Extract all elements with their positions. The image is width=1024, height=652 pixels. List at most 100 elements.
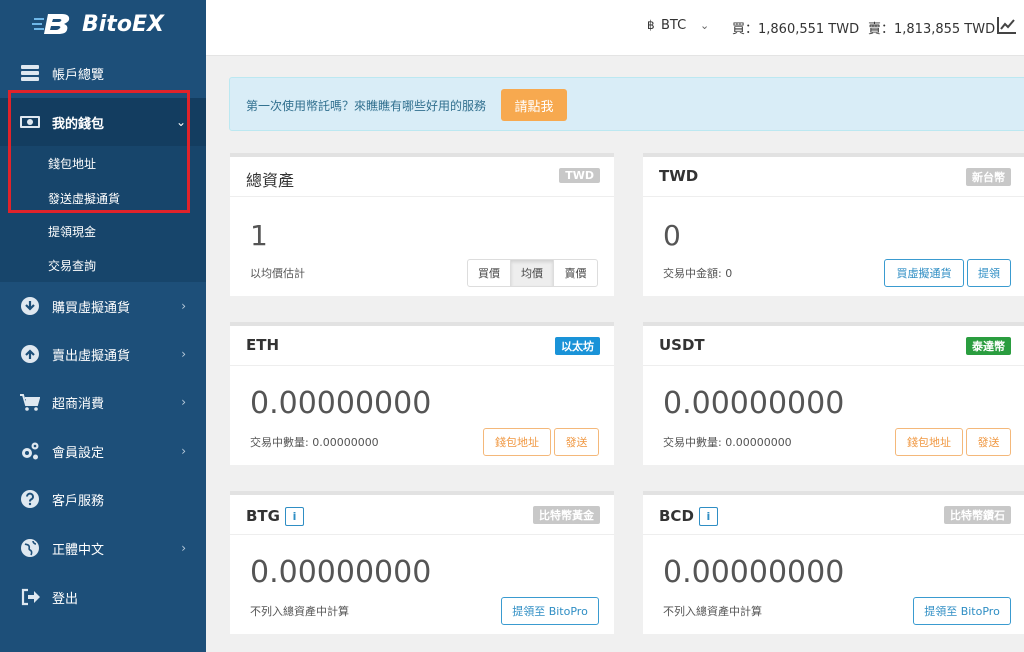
- btg-balance: 0.00000000: [250, 555, 432, 590]
- info-icon[interactable]: i: [284, 507, 304, 526]
- toggle-sell-price[interactable]: 賣價: [554, 260, 597, 286]
- total-value: 1: [250, 219, 268, 252]
- cart-icon: [19, 391, 41, 413]
- info-icon[interactable]: i: [698, 507, 718, 526]
- card-header: USDT 泰達幣: [643, 326, 1024, 366]
- currency-badge: TWD: [559, 168, 600, 183]
- welcome-banner: 第一次使用幣託嗎？來瞧瞧有哪些好用的服務 請點我: [229, 77, 1024, 131]
- excluded-note: 不列入總資產中計算: [663, 605, 762, 618]
- excluded-note: 不列入總資產中計算: [250, 605, 349, 618]
- card-title: BTG i: [246, 507, 304, 526]
- globe-icon: [19, 537, 41, 559]
- card-eth: ETH 以太坊 0.00000000 交易中數量: 0.00000000 錢包地…: [230, 322, 614, 465]
- sidebar-item-label: 登出: [52, 591, 79, 607]
- send-button[interactable]: 發送: [554, 428, 599, 456]
- wallet-address-button[interactable]: 錢包地址: [483, 428, 551, 456]
- pending-quantity-label: 交易中數量: 0.00000000: [250, 436, 379, 449]
- eth-balance: 0.00000000: [250, 386, 432, 421]
- sidebar-item-language[interactable]: 正體中文 ›: [0, 535, 206, 561]
- sidebar-item-convenience-store[interactable]: 超商消費 ›: [0, 389, 206, 415]
- card-total-assets: 總資產 TWD 1 以均價估計 買價 均價 賣價: [230, 153, 614, 296]
- server-icon: [19, 62, 41, 84]
- chevron-right-icon: ›: [181, 347, 186, 361]
- twd-balance: 0: [663, 219, 681, 252]
- sidebar-item-account-overview[interactable]: 帳戶總覽: [0, 60, 206, 86]
- chevron-right-icon: ›: [181, 299, 186, 313]
- download-circle-icon: [19, 295, 41, 317]
- usdt-balance: 0.00000000: [663, 386, 845, 421]
- withdraw-to-bitopro-button[interactable]: 提領至 BitoPro: [501, 597, 599, 625]
- price-basis-toggle: 買價 均價 賣價: [467, 259, 598, 287]
- wallet-submenu: 錢包地址 發送虛擬通貨 提領現金 交易查詢: [0, 146, 206, 282]
- gears-icon: [19, 440, 41, 462]
- wallet-address-button[interactable]: 錢包地址: [895, 428, 963, 456]
- toggle-avg-price[interactable]: 均價: [511, 260, 554, 286]
- sidebar-item-sell-crypto[interactable]: 賣出虛擬通貨 ›: [0, 341, 206, 367]
- chevron-right-icon: ›: [181, 541, 186, 555]
- send-button[interactable]: 發送: [966, 428, 1011, 456]
- card-title: TWD: [659, 167, 699, 185]
- pending-amount-label: 交易中金額: 0: [663, 267, 733, 280]
- card-usdt: USDT 泰達幣 0.00000000 交易中數量: 0.00000000 錢包…: [643, 322, 1024, 465]
- sidebar-item-label: 帳戶總覽: [52, 67, 105, 83]
- card-twd: TWD 新台幣 0 交易中金額: 0 買虛擬通貨 提領: [643, 153, 1024, 296]
- submenu-item-transactions[interactable]: 交易查詢: [48, 257, 96, 274]
- buy-price: 買：1,860,551 TWD: [732, 22, 860, 37]
- banner-click-button[interactable]: 請點我: [501, 89, 567, 121]
- sidebar-item-label: 購買虛擬通貨: [52, 300, 131, 316]
- brand-name: BitoEX: [82, 11, 164, 37]
- toggle-buy-price[interactable]: 買價: [468, 260, 511, 286]
- chevron-right-icon: ›: [181, 395, 186, 409]
- card-header: BTG i 比特幣黃金: [230, 495, 614, 535]
- withdraw-to-bitopro-button[interactable]: 提領至 BitoPro: [913, 597, 1011, 625]
- card-header: TWD 新台幣: [643, 157, 1024, 197]
- sidebar-item-customer-service[interactable]: 客戶服務: [0, 486, 206, 512]
- sign-out-icon: [19, 586, 41, 608]
- card-title: BCD i: [659, 507, 718, 526]
- sidebar-item-label: 正體中文: [52, 542, 105, 558]
- sidebar-item-label: 賣出虛擬通貨: [52, 348, 131, 364]
- chevron-right-icon: ›: [181, 444, 186, 458]
- submenu-item-withdraw-cash[interactable]: 提領現金: [48, 223, 96, 240]
- submenu-item-send-crypto[interactable]: 發送虛擬通貨: [48, 190, 120, 207]
- currency-selector[interactable]: BTC: [661, 18, 686, 33]
- card-title: 總資產: [246, 171, 295, 190]
- card-header: BCD i 比特幣鑽石: [643, 495, 1024, 535]
- brand-logo[interactable]: BitoEX: [0, 0, 206, 48]
- currency-badge: 以太坊: [555, 337, 600, 355]
- card-header: ETH 以太坊: [230, 326, 614, 366]
- valuation-label: 以均價估計: [250, 267, 305, 280]
- currency-badge: 比特幣黃金: [533, 506, 600, 524]
- bitcoin-icon: ฿: [647, 18, 655, 32]
- line-chart-icon[interactable]: [997, 16, 1017, 38]
- sidebar-item-label: 我的錢包: [52, 116, 105, 132]
- chevron-down-icon: ⌄: [175, 115, 186, 129]
- currency-badge: 比特幣鑽石: [944, 506, 1011, 524]
- card-bcd: BCD i 比特幣鑽石 0.00000000 不列入總資產中計算 提領至 Bito…: [643, 491, 1024, 634]
- sidebar-item-logout[interactable]: 登出: [0, 584, 206, 610]
- wallet-icon: [19, 111, 41, 133]
- submenu-item-wallet-address[interactable]: 錢包地址: [48, 155, 96, 172]
- bcd-balance: 0.00000000: [663, 555, 845, 590]
- currency-badge: 新台幣: [966, 168, 1011, 186]
- chevron-down-icon[interactable]: ⌄: [700, 19, 709, 32]
- sidebar-item-member-settings[interactable]: 會員設定 ›: [0, 438, 206, 464]
- sidebar-item-buy-crypto[interactable]: 購買虛擬通貨 ›: [0, 293, 206, 319]
- pending-quantity-label: 交易中數量: 0.00000000: [663, 436, 792, 449]
- sidebar-item-label: 客戶服務: [52, 493, 105, 509]
- buy-crypto-button[interactable]: 買虛擬通貨: [884, 259, 964, 287]
- sidebar-item-label: 超商消費: [52, 396, 105, 412]
- sidebar-item-my-wallet[interactable]: 我的錢包 ⌄: [0, 98, 206, 146]
- card-title-text: BTG: [246, 507, 280, 525]
- upload-circle-icon: [19, 343, 41, 365]
- card-header: 總資產 TWD: [230, 157, 614, 197]
- currency-badge: 泰達幣: [966, 337, 1011, 355]
- question-circle-icon: [19, 488, 41, 510]
- top-bar: ฿ BTC ⌄ 買：1,860,551 TWD 賣：1,813,855 TWD: [206, 0, 1024, 56]
- banner-text: 第一次使用幣託嗎？來瞧瞧有哪些好用的服務: [246, 99, 487, 113]
- card-title: USDT: [659, 336, 705, 354]
- sell-price: 賣：1,813,855 TWD: [868, 22, 996, 37]
- sidebar: BitoEX 帳戶總覽 我的錢包 ⌄ 錢包地址 發送虛擬通貨 提領現金 交易查詢…: [0, 0, 206, 652]
- card-btg: BTG i 比特幣黃金 0.00000000 不列入總資產中計算 提領至 Bito…: [230, 491, 614, 634]
- withdraw-button[interactable]: 提領: [967, 259, 1011, 287]
